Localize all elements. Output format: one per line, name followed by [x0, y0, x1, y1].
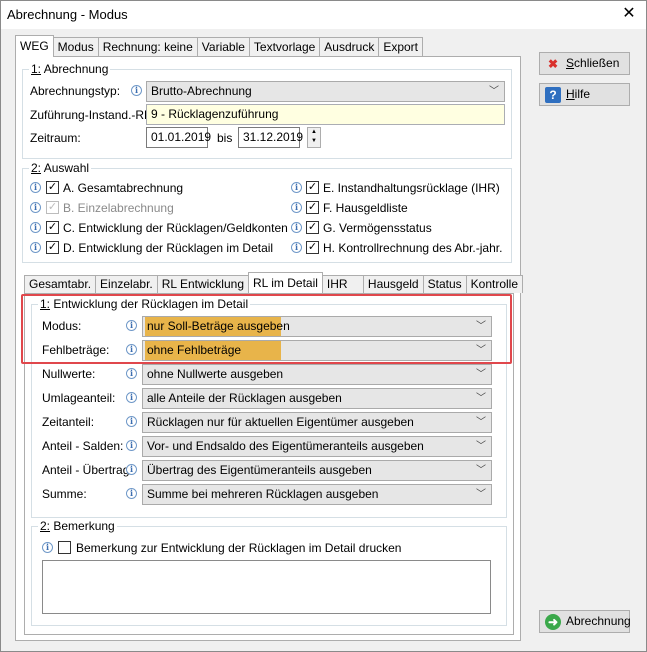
- abrechnung-button[interactable]: ➜ Abrechnung: [539, 610, 631, 633]
- anteil-salden-label: Anteil - Salden:: [42, 439, 124, 453]
- tab-variable[interactable]: Variable: [196, 37, 250, 57]
- info-icon[interactable]: i: [30, 182, 41, 193]
- tab-export[interactable]: Export: [378, 37, 424, 57]
- chevron-down-icon: ﹀: [476, 417, 486, 428]
- window-title: Abrechnung - Modus: [7, 7, 128, 22]
- subtab-hausgeld[interactable]: Hausgeld: [362, 275, 424, 293]
- checkbox-bemerkung-drucken[interactable]: [58, 541, 71, 554]
- subtab-status[interactable]: Status: [422, 275, 467, 293]
- subtab-rl-im-detail[interactable]: RL im Detail: [248, 272, 323, 293]
- zufuehrung-label: Zuführung-Instand.-RL:: [30, 108, 155, 122]
- annotation-highlight-box: [21, 294, 512, 364]
- abrechnungstyp-select[interactable]: Brutto-Abrechnung ﹀: [146, 81, 505, 102]
- label-gesamtabrechnung: A. Gesamtabrechnung: [63, 181, 184, 195]
- subtab-ihr[interactable]: IHR: [321, 275, 364, 293]
- checkbox-kontrollrechnung[interactable]: ✓: [306, 241, 319, 254]
- spin-down-icon[interactable]: ▼: [308, 137, 320, 146]
- subtab-gesamtabr[interactable]: Gesamtabr.: [24, 275, 97, 293]
- tab-modus[interactable]: Modus: [52, 37, 99, 57]
- bis-label: bis: [217, 131, 233, 145]
- info-icon[interactable]: i: [131, 85, 142, 96]
- anteil-uebertrag-label: Anteil - Übertrag:: [42, 463, 133, 477]
- chevron-down-icon: ﹀: [476, 441, 486, 452]
- info-icon[interactable]: i: [126, 416, 137, 427]
- summe-label: Summe:: [42, 487, 87, 501]
- tab-ausdruck[interactable]: Ausdruck: [319, 37, 380, 57]
- title-bar: Abrechnung - Modus ✕: [1, 1, 646, 29]
- label-hausgeldliste: F. Hausgeldliste: [323, 201, 408, 215]
- chevron-down-icon: ﹀: [476, 393, 486, 404]
- checkbox-gesamtabrechnung[interactable]: ✓: [46, 181, 59, 194]
- info-icon[interactable]: i: [291, 242, 302, 253]
- spin-up-icon[interactable]: ▲: [308, 128, 320, 137]
- info-icon[interactable]: i: [30, 202, 41, 213]
- info-icon[interactable]: i: [291, 202, 302, 213]
- chevron-down-icon: ﹀: [476, 369, 486, 380]
- chevron-down-icon: ﹀: [476, 489, 486, 500]
- umlageanteil-select[interactable]: alle Anteile der Rücklagen ausgeben ﹀: [142, 388, 492, 409]
- zeitanteil-select[interactable]: Rücklagen nur für aktuellen Eigentümer a…: [142, 412, 492, 433]
- label-ihr: E. Instandhaltungsrücklage (IHR): [323, 181, 500, 195]
- checkbox-einzelabrechnung[interactable]: ✓: [46, 201, 59, 214]
- checkbox-hausgeldliste[interactable]: ✓: [306, 201, 319, 214]
- label-rl-geldkonten: C. Entwicklung der Rücklagen/Geldkonten: [63, 221, 288, 235]
- label-vermoegensstatus: G. Vermögensstatus: [323, 221, 432, 235]
- subtab-einzelabr[interactable]: Einzelabr.: [95, 275, 158, 293]
- label-bemerkung-drucken: Bemerkung zur Entwicklung der Rücklagen …: [76, 541, 402, 555]
- subtab-kontrolle[interactable]: Kontrolle: [465, 275, 524, 293]
- info-icon[interactable]: i: [126, 368, 137, 379]
- subtab-rl-entwicklung[interactable]: RL Entwicklung: [156, 275, 249, 293]
- summe-select[interactable]: Summe bei mehreren Rücklagen ausgeben ﹀: [142, 484, 492, 505]
- label-rl-detail: D. Entwicklung der Rücklagen im Detail: [63, 241, 274, 255]
- info-icon[interactable]: i: [126, 392, 137, 403]
- zeitraum-label: Zeitraum:: [30, 131, 81, 145]
- x-icon: ✖: [547, 57, 559, 71]
- info-icon[interactable]: i: [291, 182, 302, 193]
- abrechnungstyp-label: Abrechnungstyp:: [30, 84, 121, 98]
- bemerkung-textarea[interactable]: [42, 560, 491, 614]
- arrow-right-circle-icon: ➜: [545, 614, 561, 630]
- info-icon[interactable]: i: [30, 242, 41, 253]
- info-icon[interactable]: i: [126, 464, 137, 475]
- zufuehrung-field[interactable]: 9 - Rücklagenzuführung: [146, 104, 505, 125]
- zeitraum-spinner[interactable]: ▲ ▼: [307, 127, 321, 148]
- checkbox-vermoegensstatus[interactable]: ✓: [306, 221, 319, 234]
- tab-weg[interactable]: WEG: [15, 35, 54, 57]
- chevron-down-icon: ﹀: [489, 86, 499, 97]
- label-kontrollrechnung: H. Kontrollrechnung des Abr.-jahr.: [323, 241, 503, 255]
- close-button[interactable]: ✖ Schließen: [539, 52, 630, 75]
- umlageanteil-label: Umlageanteil:: [42, 391, 116, 405]
- zeitraum-to-field[interactable]: 31.12.2019: [238, 127, 303, 148]
- group-auswahl-title: 2: Auswahl: [29, 161, 92, 175]
- zeitanteil-label: Zeitanteil:: [42, 415, 95, 429]
- anteil-salden-select[interactable]: Vor- und Endsaldo des Eigentümeranteils …: [142, 436, 492, 457]
- group-bemerkung-title: 2: Bemerkung: [38, 519, 117, 533]
- anteil-uebertrag-select[interactable]: Übertrag des Eigentümeranteils ausgeben ﹀: [142, 460, 492, 481]
- info-icon[interactable]: i: [291, 222, 302, 233]
- zeitraum-from-field[interactable]: 01.01.2019: [146, 127, 211, 148]
- checkbox-rl-detail[interactable]: ✓: [46, 241, 59, 254]
- checkbox-rl-geldkonten[interactable]: ✓: [46, 221, 59, 234]
- tab-rechnung[interactable]: Rechnung: keine: [97, 37, 198, 57]
- nullwerte-label: Nullwerte:: [42, 367, 96, 381]
- tab-textvorlage[interactable]: Textvorlage: [248, 37, 321, 57]
- info-icon[interactable]: i: [30, 222, 41, 233]
- info-icon[interactable]: i: [126, 440, 137, 451]
- main-tab-strip: WEG Modus Rechnung: keine Variable Textv…: [15, 35, 424, 57]
- checkbox-ihr[interactable]: ✓: [306, 181, 319, 194]
- label-einzelabrechnung: B. Einzelabrechnung: [63, 201, 174, 215]
- question-icon: ?: [545, 87, 561, 103]
- dialog-window: Abrechnung - Modus ✕ WEG Modus Rechnung:…: [0, 0, 647, 652]
- info-icon[interactable]: i: [42, 542, 53, 553]
- sub-tab-strip: Gesamtabr. Einzelabr. RL Entwicklung RL …: [24, 272, 524, 293]
- info-icon[interactable]: i: [126, 488, 137, 499]
- chevron-down-icon: ﹀: [476, 465, 486, 476]
- close-window-button[interactable]: ✕: [612, 1, 646, 29]
- help-button[interactable]: ? Hilfe: [539, 83, 630, 106]
- nullwerte-select[interactable]: ohne Nullwerte ausgeben ﹀: [142, 364, 492, 385]
- group-abrechnung-title: 1: Abrechnung: [29, 62, 111, 76]
